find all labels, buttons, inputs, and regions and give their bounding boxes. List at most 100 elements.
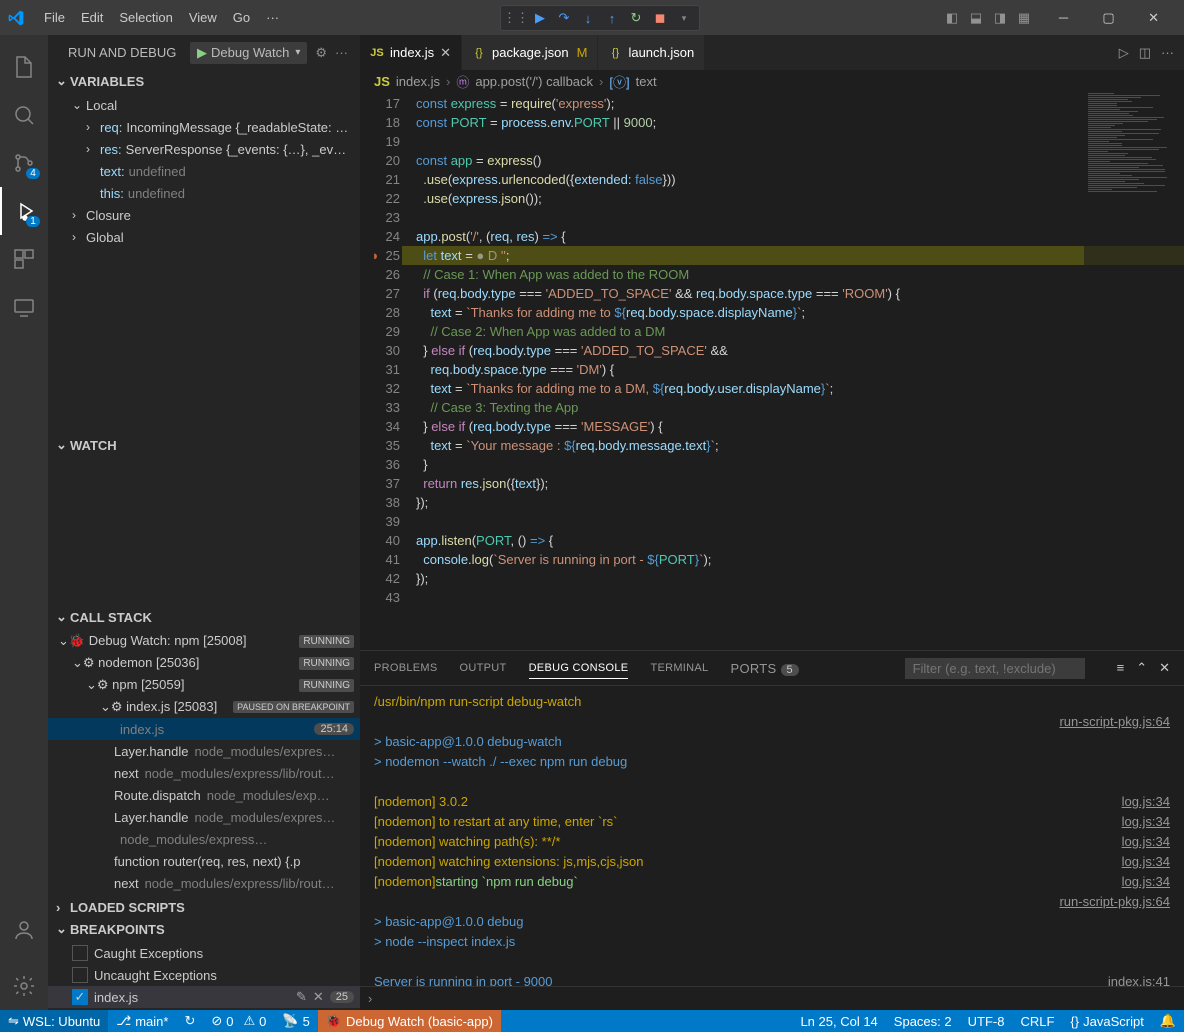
bp-file[interactable]: ✓ index.js ✎ ✕ 25 [48, 986, 360, 1008]
scope-global[interactable]: ›Global [48, 226, 360, 248]
tab-output[interactable]: OUTPUT [460, 658, 507, 678]
extensions-icon[interactable] [0, 235, 48, 283]
ports-status[interactable]: 📡5 [274, 1010, 317, 1032]
minimap[interactable] [1084, 92, 1184, 650]
settings-icon[interactable] [0, 962, 48, 1010]
split-icon[interactable]: ◫ [1139, 45, 1151, 61]
dropdown-icon[interactable]: ▾ [675, 9, 693, 27]
filter-input[interactable] [905, 658, 1085, 679]
bp-uncaught[interactable]: Uncaught Exceptions [48, 964, 360, 986]
branch-status[interactable]: ⎇main* [108, 1010, 176, 1032]
restart-icon[interactable]: ↻ [627, 9, 645, 27]
checkbox-icon[interactable] [72, 945, 88, 961]
cs-frame[interactable]: Layer.handlenode_modules/expres… [48, 806, 360, 828]
cs-npm[interactable]: ⌄⚙ npm [25059]RUNNING [48, 674, 360, 696]
close-panel-icon[interactable]: ✕ [1159, 660, 1170, 676]
section-breakpoints[interactable]: ⌄BREAKPOINTS [48, 918, 360, 940]
cs-frame[interactable]: nextnode_modules/express/lib/rout… [48, 762, 360, 784]
layout-secondary-icon[interactable]: ◨ [991, 9, 1009, 27]
cs-root[interactable]: ⌄🐞 Debug Watch: npm [25008]RUNNING [48, 630, 360, 652]
scope-local[interactable]: ⌄Local [48, 94, 360, 116]
run-icon[interactable]: ▷ [1119, 45, 1129, 61]
search-icon[interactable] [0, 91, 48, 139]
sync-status[interactable]: ↻ [176, 1010, 203, 1032]
remove-icon[interactable]: ✕ [313, 989, 324, 1005]
step-out-icon[interactable]: ↑ [603, 9, 621, 27]
explorer-icon[interactable] [0, 43, 48, 91]
vscode-icon [8, 10, 24, 26]
tab-index.js[interactable]: JSindex.js✕ [360, 35, 462, 70]
problems-status[interactable]: ⊘0⚠0 [203, 1010, 274, 1032]
menu-more[interactable]: ··· [258, 6, 287, 29]
section-variables[interactable]: ⌄VARIABLES [48, 70, 360, 92]
more-icon[interactable]: ··· [335, 45, 348, 60]
cursor-pos[interactable]: Ln 25, Col 14 [792, 1010, 885, 1032]
debug-console[interactable]: /usr/bin/npm run-script debug-watchrun-s… [360, 686, 1184, 986]
tab-problems[interactable]: PROBLEMS [374, 658, 438, 678]
maximize-panel-icon[interactable]: ⌃ [1136, 660, 1147, 676]
tab-terminal[interactable]: TERMINAL [650, 658, 708, 678]
indent-status[interactable]: Spaces: 2 [886, 1010, 960, 1032]
tab-package.json[interactable]: {}package.jsonM [462, 35, 598, 70]
var-req[interactable]: ›req:IncomingMessage {_readableState: … [48, 116, 360, 138]
minimize-icon[interactable]: ─ [1041, 0, 1086, 35]
maximize-icon[interactable]: ▢ [1086, 0, 1131, 35]
more-icon[interactable]: ··· [1161, 45, 1174, 60]
bp-caught[interactable]: Caught Exceptions [48, 942, 360, 964]
cs-frame[interactable]: Route.dispatchnode_modules/exp… [48, 784, 360, 806]
layout-panel-icon[interactable]: ⬓ [967, 9, 985, 27]
menu-file[interactable]: File [36, 6, 73, 29]
close-tab-icon[interactable]: ✕ [440, 45, 451, 61]
layout-custom-icon[interactable]: ▦ [1015, 9, 1033, 27]
drag-handle-icon[interactable]: ⋮⋮ [507, 9, 525, 27]
cs-nodemon[interactable]: ⌄⚙ nodemon [25036]RUNNING [48, 652, 360, 674]
var-this[interactable]: this:undefined [48, 182, 360, 204]
debug-config-select[interactable]: ▶ Debug Watch ▾ [190, 42, 307, 64]
section-loaded[interactable]: ›LOADED SCRIPTS [48, 896, 360, 918]
encoding-status[interactable]: UTF-8 [960, 1010, 1013, 1032]
scope-closure[interactable]: ›Closure [48, 204, 360, 226]
var-res[interactable]: ›res:ServerResponse {_events: {…}, _ev… [48, 138, 360, 160]
debug-status[interactable]: 🐞Debug Watch (basic-app) [318, 1010, 501, 1032]
menu-view[interactable]: View [181, 6, 225, 29]
eol-status[interactable]: CRLF [1012, 1010, 1062, 1032]
section-callstack[interactable]: ⌄CALL STACK [48, 606, 360, 628]
layout-primary-icon[interactable]: ◧ [943, 9, 961, 27]
menu-go[interactable]: Go [225, 6, 258, 29]
section-watch[interactable]: ⌄WATCH [48, 434, 360, 456]
stop-icon[interactable]: ◼ [651, 9, 669, 27]
step-into-icon[interactable]: ↓ [579, 9, 597, 27]
branch-icon: ⎇ [116, 1013, 131, 1029]
gutter[interactable]: 1718192021222324◗25262728293031323334353… [360, 92, 416, 650]
breadcrumb[interactable]: JS index.js› ⓜ app.post('/') callback› [… [360, 70, 1184, 92]
tab-ports[interactable]: PORTS5 [730, 657, 798, 680]
cs-frame[interactable]: index.js25:14 [48, 718, 360, 740]
scm-icon[interactable]: 4 [0, 139, 48, 187]
checkbox-icon[interactable]: ✓ [72, 989, 88, 1005]
lang-status[interactable]: {}JavaScript [1062, 1010, 1151, 1032]
checkbox-icon[interactable] [72, 967, 88, 983]
close-icon[interactable]: ✕ [1131, 0, 1176, 35]
cs-frame[interactable]: function router(req, res, next) {.p [48, 850, 360, 872]
filter-settings-icon[interactable]: ≡ [1117, 660, 1125, 676]
remote-icon[interactable] [0, 283, 48, 331]
account-icon[interactable] [0, 906, 48, 954]
notifications-icon[interactable]: 🔔 [1152, 1010, 1184, 1032]
edit-icon[interactable]: ✎ [296, 989, 307, 1005]
tab-launch.json[interactable]: {}launch.json [598, 35, 705, 70]
cs-frame[interactable]: nextnode_modules/express/lib/rout… [48, 872, 360, 894]
cs-frame[interactable]: node_modules/express… [48, 828, 360, 850]
debug-icon[interactable]: 1 [0, 187, 48, 235]
menu-edit[interactable]: Edit [73, 6, 111, 29]
cs-index[interactable]: ⌄⚙ index.js [25083]PAUSED ON BREAKPOINT [48, 696, 360, 718]
continue-icon[interactable]: ▶ [531, 9, 549, 27]
menu-selection[interactable]: Selection [111, 6, 180, 29]
code-area[interactable]: const express = require('express');const… [416, 92, 1184, 650]
gear-icon[interactable]: ⚙ [315, 45, 327, 61]
remote-status[interactable]: ⇋WSL: Ubuntu [0, 1010, 108, 1032]
repl-chevron-icon[interactable]: › [368, 991, 372, 1006]
tab-debug-console[interactable]: DEBUG CONSOLE [529, 658, 629, 679]
step-over-icon[interactable]: ↷ [555, 9, 573, 27]
cs-frame[interactable]: Layer.handlenode_modules/expres… [48, 740, 360, 762]
var-text[interactable]: text:undefined [48, 160, 360, 182]
